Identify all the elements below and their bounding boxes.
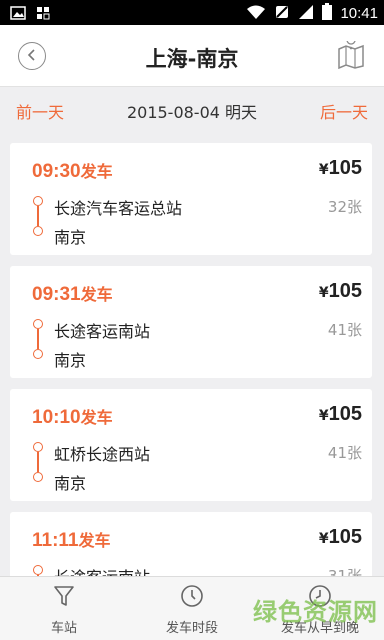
departure-time: 09:31 [32, 284, 81, 305]
route-indicator [32, 442, 44, 486]
destination-station: 南京 [54, 228, 87, 247]
tab-station[interactable]: 车站 [0, 577, 128, 640]
battery-icon [322, 3, 333, 24]
trip-card[interactable]: 11:11发车 ¥105 长途客运南站 南京 31张 [10, 512, 372, 576]
departure-suffix: 发车 [78, 531, 111, 550]
ticket-price: ¥105 [319, 403, 362, 426]
price-value: 105 [328, 280, 362, 302]
trip-card[interactable]: 10:10发车 ¥105 虹桥长途西站 南京 41张 [10, 389, 372, 501]
departure-info: 09:31发车 [32, 281, 113, 306]
seats-remaining: 41张 [327, 321, 362, 339]
signal-icon [298, 4, 314, 24]
tab-label: 发车时段 [165, 621, 218, 636]
departure-time: 10:10 [32, 407, 81, 428]
clock-icon [180, 584, 204, 608]
data-off-icon [274, 4, 290, 24]
map-button[interactable] [338, 35, 364, 73]
departure-info: 10:10发车 [32, 404, 113, 429]
seats-remaining: 31张 [327, 567, 362, 576]
route-indicator [32, 565, 44, 576]
watermark: 绿色资源网 [253, 598, 378, 626]
map-icon [338, 35, 364, 73]
page-title: 上海-南京 [145, 47, 239, 71]
route-indicator [32, 319, 44, 363]
ticket-price: ¥105 [319, 280, 362, 303]
origin-station: 长途汽车客运总站 [54, 199, 183, 218]
date-navigation: 前一天 2015-08-04 明天 后一天 [0, 87, 384, 131]
status-time: 10:41 [340, 5, 378, 22]
image-icon [10, 5, 26, 24]
tab-departure-period[interactable]: 发车时段 [128, 577, 256, 640]
filter-icon [52, 584, 76, 608]
destination-station: 南京 [54, 474, 87, 493]
destination-station: 南京 [54, 351, 87, 370]
wifi-icon [246, 4, 266, 24]
currency-symbol: ¥ [318, 408, 329, 424]
origin-station: 虹桥长途西站 [54, 445, 151, 464]
departure-info: 09:30发车 [32, 158, 113, 183]
next-day-button[interactable]: 后一天 [320, 99, 368, 123]
ticket-price: ¥105 [319, 526, 362, 549]
seats-remaining: 41张 [327, 444, 362, 462]
currency-symbol: ¥ [318, 285, 329, 301]
currency-symbol: ¥ [318, 531, 329, 547]
departure-suffix: 发车 [80, 408, 113, 427]
price-value: 105 [328, 526, 362, 548]
ticket-price: ¥105 [319, 157, 362, 180]
trip-card[interactable]: 09:30发车 ¥105 长途汽车客运总站 南京 32张 [10, 143, 372, 255]
seats-remaining: 32张 [327, 198, 362, 216]
origin-station: 长途客运南站 [54, 322, 151, 341]
departure-suffix: 发车 [80, 162, 113, 181]
currency-symbol: ¥ [318, 162, 329, 178]
grid-app-icon [36, 5, 50, 24]
price-value: 105 [328, 157, 362, 179]
price-value: 105 [328, 403, 362, 425]
departure-time: 09:30 [32, 161, 81, 182]
departure-info: 11:11发车 [32, 527, 111, 552]
departure-time: 11:11 [32, 530, 79, 551]
route-indicator [32, 196, 44, 240]
origin-station: 长途客运南站 [54, 564, 150, 576]
tab-label: 车站 [50, 621, 77, 636]
trip-card[interactable]: 09:31发车 ¥105 长途客运南站 南京 41张 [10, 266, 372, 378]
departure-suffix: 发车 [80, 285, 113, 304]
title-bar: 上海-南京 [0, 25, 384, 87]
status-bar: 10:41 [0, 0, 384, 25]
